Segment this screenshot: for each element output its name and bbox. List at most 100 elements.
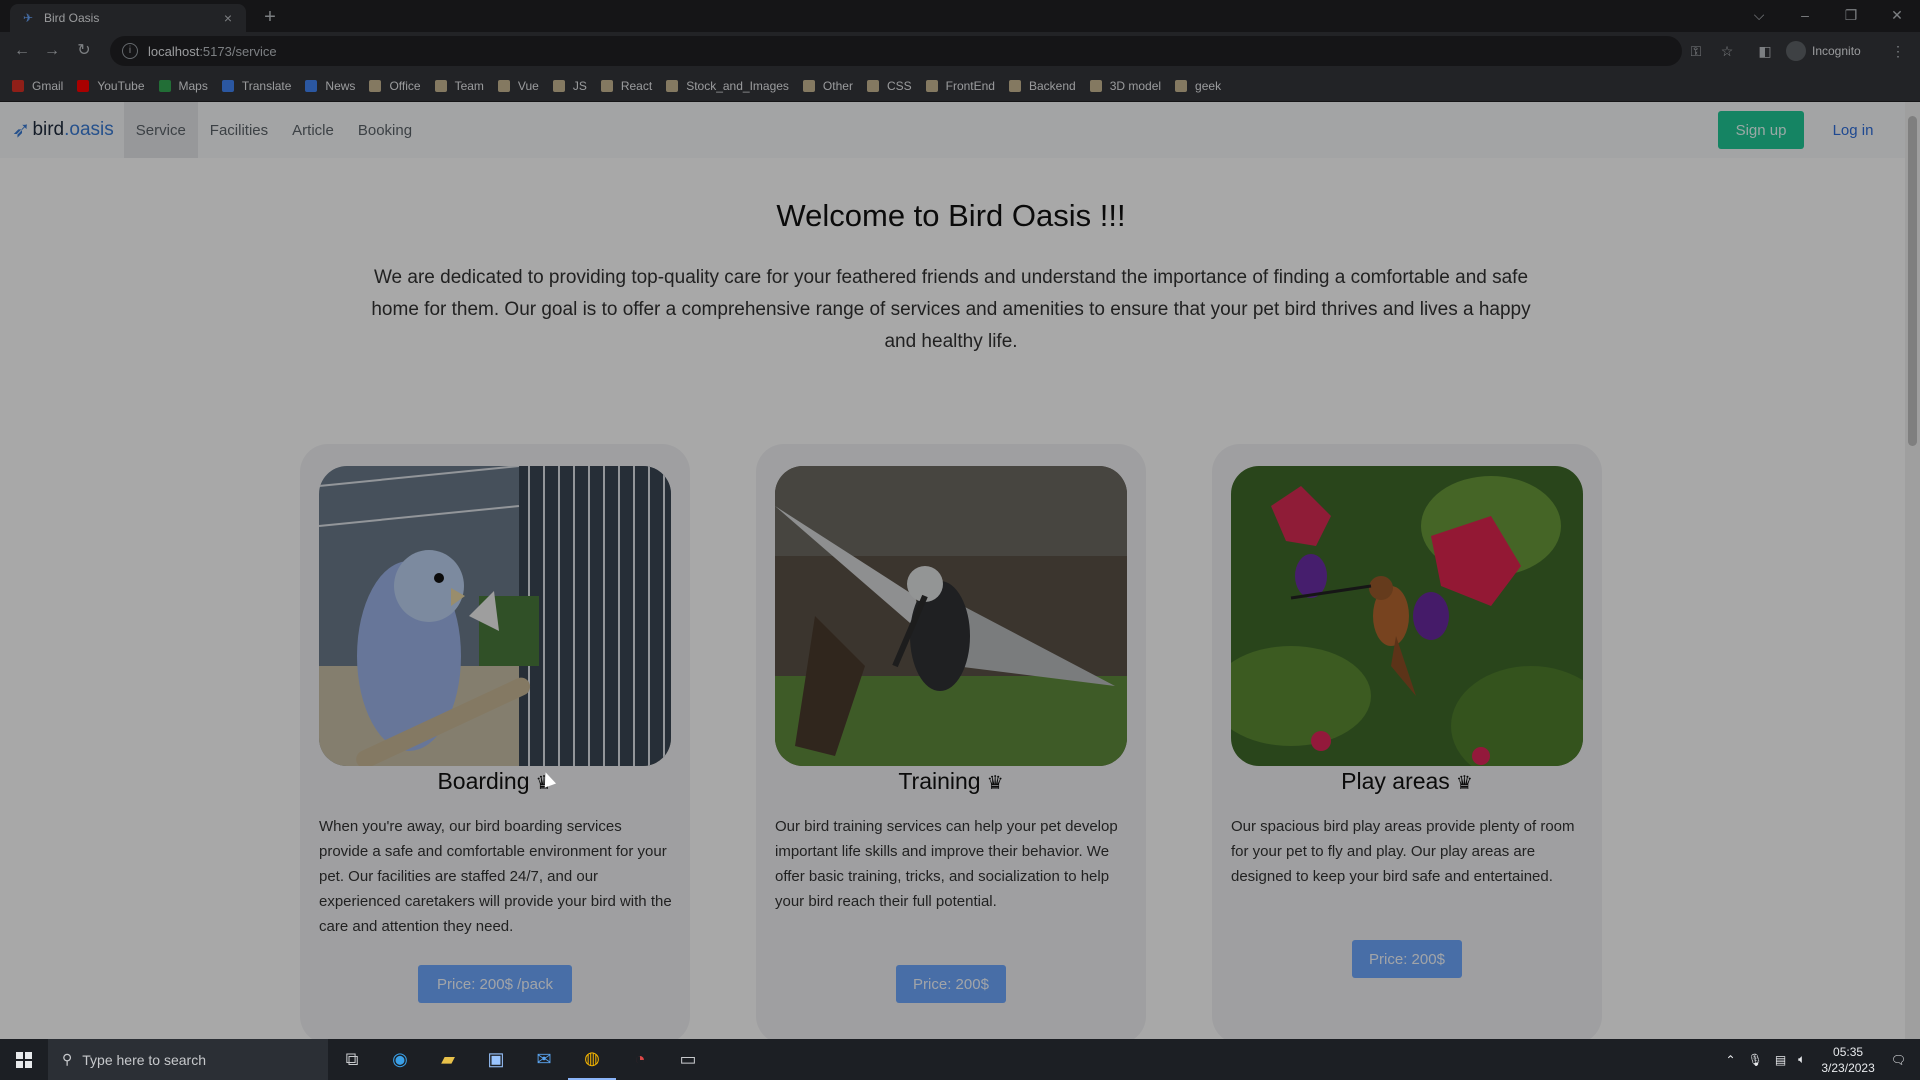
folder-icon <box>666 79 679 92</box>
play-areas-photo <box>1231 466 1583 766</box>
bookmark-maps[interactable]: Maps <box>158 79 208 93</box>
web-page: ➶ bird . oasis Service Facilities Articl… <box>0 102 1920 1039</box>
bookmark-frontend[interactable]: FrontEnd <box>925 78 995 93</box>
page-scrollbar[interactable] <box>1905 102 1920 1039</box>
tab-close-icon[interactable]: × <box>220 10 236 26</box>
mail-icon[interactable]: ✉ <box>520 1039 568 1080</box>
bookmark-backend[interactable]: Backend <box>1008 78 1076 93</box>
task-view-icon[interactable]: ⧉ <box>328 1039 376 1080</box>
bookmark-label: Team <box>454 78 484 93</box>
scrollbar-thumb[interactable] <box>1908 116 1917 446</box>
edge-icon[interactable]: ◉ <box>376 1039 424 1080</box>
clock-date: 3/23/2023 <box>1821 1060 1875 1075</box>
notifications-icon[interactable]: 🗨︎ <box>1891 1053 1906 1067</box>
nav-article[interactable]: Article <box>280 102 346 158</box>
tab-search-icon[interactable]: ⌵ <box>1736 0 1782 30</box>
site-logo[interactable]: ➶ bird . oasis <box>12 117 114 143</box>
boarding-price-button[interactable]: Price: 200$ /pack <box>418 965 572 1003</box>
bookmark-youtube[interactable]: YouTube <box>77 78 145 93</box>
translate-icon <box>221 79 234 92</box>
tray-chevron-icon[interactable]: ⌃ <box>1726 1053 1736 1067</box>
bookmark-label: React <box>620 78 653 93</box>
bird-favicon-icon: ✈ <box>22 11 34 25</box>
browser-toolbar: ← → ↻ i localhost :5173/service ⚿ ☆ ◧ In… <box>0 32 1920 70</box>
bookmark-star-icon[interactable]: ☆ <box>1717 41 1737 61</box>
bookmark-label: 3D model <box>1109 78 1162 93</box>
taskbar-clock[interactable]: 05:35 3/23/2023 <box>1821 1044 1874 1076</box>
nav-facilities[interactable]: Facilities <box>198 102 280 158</box>
store-icon[interactable]: ▣ <box>472 1039 520 1080</box>
nav-booking[interactable]: Booking <box>346 102 424 158</box>
login-button[interactable]: Log in <box>1818 111 1888 149</box>
bookmark-team[interactable]: Team <box>434 78 484 93</box>
bookmark-label: FrontEnd <box>945 78 995 93</box>
folder-icon <box>1175 79 1188 92</box>
news-icon <box>305 79 318 92</box>
key-icon[interactable]: ⚿ <box>1686 41 1706 61</box>
card-title-play-areas: Play areas ♛ <box>1212 768 1602 795</box>
network-icon[interactable]: ▤ <box>1775 1053 1786 1067</box>
address-bar[interactable]: i localhost :5173/service <box>110 36 1682 66</box>
card-title-training: Training ♛ <box>756 768 1146 795</box>
site-navbar: ➶ bird . oasis Service Facilities Articl… <box>0 102 1905 158</box>
menu-kebab-icon[interactable]: ⋮ <box>1888 41 1908 61</box>
bookmark-geek[interactable]: geek <box>1175 79 1221 93</box>
folder-icon <box>1008 79 1021 92</box>
microphone-icon[interactable]: 🎙︎ <box>1748 1053 1763 1067</box>
volume-icon[interactable]: 🔈︎ <box>1798 1052 1805 1067</box>
nav-service[interactable]: Service <box>123 102 198 158</box>
bookmark-translate[interactable]: Translate <box>221 79 291 93</box>
bookmark-label: Office <box>389 78 421 93</box>
reload-icon[interactable]: ↻ <box>72 40 96 64</box>
minimize-button[interactable]: – <box>1782 0 1828 30</box>
windows-start-icon[interactable] <box>0 1039 48 1080</box>
clock-time: 05:35 <box>1833 1044 1864 1059</box>
bookmark-label: Gmail <box>32 78 64 93</box>
bookmark-label: Stock_and_Images <box>686 78 789 93</box>
bookmark-label: YouTube <box>97 78 145 93</box>
boarding-photo <box>319 466 671 766</box>
tab-bird-oasis[interactable]: ✈ Bird Oasis × <box>10 4 246 32</box>
bookmark-label: geek <box>1195 78 1222 93</box>
side-panel-icon[interactable]: ◧ <box>1755 41 1775 61</box>
terminal-icon[interactable]: ▭ <box>664 1039 712 1080</box>
play-areas-price-button[interactable]: Price: 200$ <box>1352 940 1462 978</box>
boarding-description: When you're away, our bird boarding serv… <box>319 818 672 935</box>
site-nav-links: Service Facilities Article Booking <box>123 102 424 158</box>
bookmark-other[interactable]: Other <box>802 79 853 93</box>
file-explorer-icon[interactable]: ▰ <box>424 1039 472 1080</box>
url-host: localhost <box>148 43 200 59</box>
chrome-icon[interactable]: ◍ <box>568 1039 616 1080</box>
intro-paragraph: We are dedicated to providing top-qualit… <box>371 267 1531 352</box>
incognito-icon <box>1786 41 1806 61</box>
incognito-profile[interactable]: Incognito <box>1786 39 1861 63</box>
bookmark-label: Backend <box>1028 78 1076 93</box>
training-title: Training <box>898 768 981 794</box>
folder-icon <box>866 79 879 92</box>
back-icon[interactable]: ← <box>10 40 34 64</box>
browser-tabstrip: ✈ Bird Oasis × + ⌵ – ❐ ✕ <box>0 0 1920 32</box>
bookmark-js[interactable]: JS <box>552 79 587 93</box>
training-price-button[interactable]: Price: 200$ <box>896 965 1006 1003</box>
bookmark-3d-model[interactable]: 3D model <box>1089 78 1162 93</box>
taskbar-search[interactable]: ⚲ Type here to search <box>48 1039 328 1080</box>
bookmark-vue[interactable]: Vue <box>497 79 539 93</box>
play-areas-title: Play areas <box>1341 768 1450 794</box>
tab-title: Bird Oasis <box>44 11 100 25</box>
logo-text-oasis: oasis <box>69 119 114 140</box>
signup-button[interactable]: Sign up <box>1718 111 1804 149</box>
restore-button[interactable]: ❐ <box>1828 0 1874 30</box>
bookmark-office[interactable]: Office <box>369 78 421 93</box>
folder-icon <box>497 79 510 92</box>
bookmark-css[interactable]: CSS <box>866 79 912 93</box>
play-areas-description: Our spacious bird play areas provide ple… <box>1231 818 1575 885</box>
new-tab-button[interactable]: + <box>258 6 282 30</box>
close-window-button[interactable]: ✕ <box>1874 0 1920 30</box>
bookmark-gmail[interactable]: Gmail <box>12 79 63 93</box>
recorder-icon[interactable]: ◔ <box>616 1039 664 1080</box>
forward-icon[interactable]: → <box>40 40 64 64</box>
site-info-icon[interactable]: i <box>122 43 138 59</box>
bookmark-stock-and-images[interactable]: Stock_and_Images <box>666 79 789 93</box>
bookmark-react[interactable]: React <box>600 78 653 93</box>
bookmark-news[interactable]: News <box>305 79 355 93</box>
